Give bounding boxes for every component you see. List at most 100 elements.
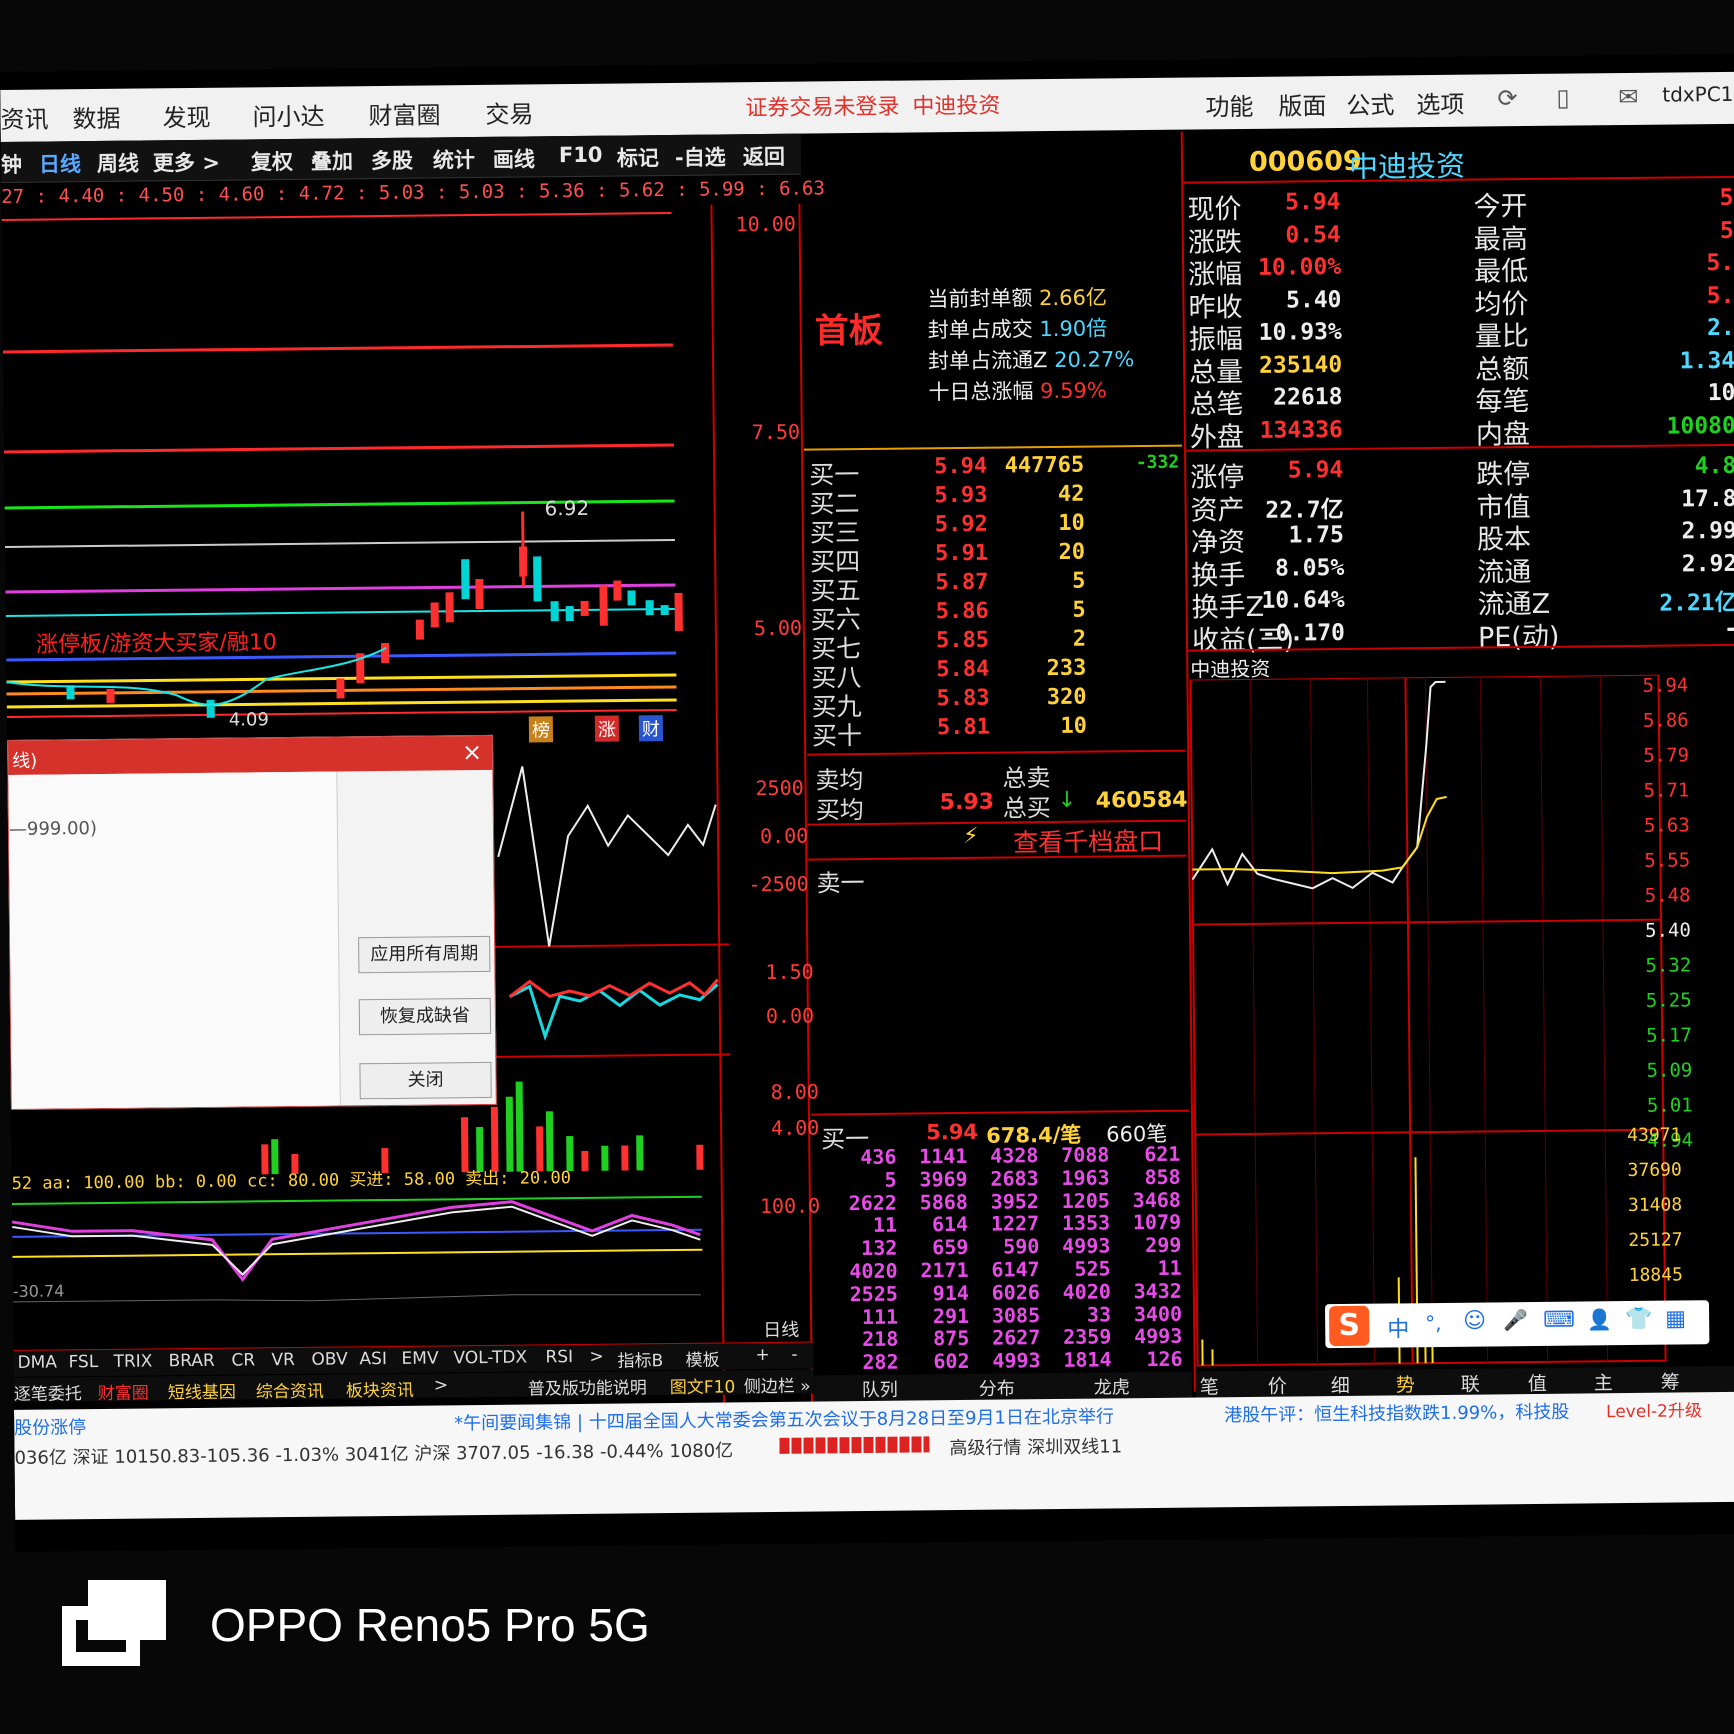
toolbox-icon[interactable]: ▦ <box>1665 1306 1686 1331</box>
tab-zoom-out[interactable]: - <box>791 1345 797 1365</box>
tab-tick[interactable]: 笔 <box>1200 1372 1219 1399</box>
close-icon[interactable]: × <box>462 738 482 766</box>
tag-bang[interactable]: 榜 <box>528 716 554 743</box>
dialog-titlebar[interactable]: 线) × <box>8 735 493 775</box>
tab-detail[interactable]: 细 <box>1331 1371 1350 1398</box>
tab-obv[interactable]: OBV <box>311 1349 347 1369</box>
tab-asi[interactable]: ASI <box>359 1349 387 1369</box>
tab-vr[interactable]: VR <box>271 1350 295 1370</box>
hk-news[interactable]: 港股午评：恒生科技指数跌1.99%，科技股 <box>1224 1398 1569 1428</box>
menu-news[interactable]: 资讯 <box>0 99 48 135</box>
tab-caifuquan[interactable]: 财富圈 <box>98 1379 149 1405</box>
apply-all-periods-button[interactable]: 应用所有周期 <box>358 935 491 974</box>
bid-row[interactable]: 买八 5.84 233 <box>811 655 1181 693</box>
sogou-logo-icon[interactable]: S <box>1328 1305 1370 1347</box>
bid-row[interactable]: 买四 5.91 20 <box>810 539 1180 577</box>
tool-adjust[interactable]: 复权 <box>251 146 293 176</box>
menu-options[interactable]: 选项 <box>1416 85 1464 121</box>
phone-icon[interactable]: ▯ <box>1556 84 1570 112</box>
tab-cr[interactable]: CR <box>231 1350 255 1370</box>
queue-cell: 4020 <box>1062 1279 1111 1304</box>
tab-emv[interactable]: EMV <box>401 1348 438 1368</box>
tab-sidebar[interactable]: 侧边栏 » <box>744 1372 811 1398</box>
tool-stats[interactable]: 统计 <box>433 144 475 174</box>
menu-wenxiaoda[interactable]: 问小达 <box>252 97 324 133</box>
menu-caifuquan[interactable]: 财富圈 <box>368 95 440 131</box>
tab-order-detail[interactable]: 逐笔委托 <box>14 1379 82 1405</box>
user-icon[interactable]: 👤 <box>1587 1307 1612 1331</box>
tab-indicator-b[interactable]: 指标B <box>617 1346 663 1371</box>
tag-cai[interactable]: 财 <box>638 715 664 742</box>
level2-upgrade[interactable]: Level-2升级 <box>1606 1396 1702 1422</box>
tool-f10[interactable]: F10 <box>559 143 603 167</box>
tool-mark[interactable]: 标记 <box>617 142 659 172</box>
bid-row[interactable]: 买七 5.85 2 <box>811 626 1181 664</box>
tab-more[interactable]: > <box>434 1375 448 1395</box>
tab-fsl[interactable]: FSL <box>68 1352 98 1372</box>
tab-f10[interactable]: 图文F10 <box>670 1372 736 1398</box>
microphone-icon[interactable]: 🎤 <box>1503 1308 1528 1332</box>
tab-distribution[interactable]: 分布 <box>979 1374 1015 1400</box>
tab-template[interactable]: 模板 <box>685 1346 719 1371</box>
menu-data[interactable]: 数据 <box>72 99 120 135</box>
refresh-icon[interactable]: ⟳ <box>1497 84 1517 112</box>
period-daily[interactable]: 日线 <box>39 148 81 178</box>
login-warning[interactable]: 证券交易未登录 <box>745 89 899 123</box>
period-weekly[interactable]: 周线 <box>97 148 139 178</box>
bid-row[interactable]: 买十 5.81 10 <box>812 713 1182 751</box>
ime-chinese-mode[interactable]: 中 <box>1387 1311 1409 1343</box>
bid-row[interactable]: 买六 5.86 5 <box>811 597 1181 635</box>
tab-dragon-tiger[interactable]: 龙虎 <box>1094 1373 1130 1399</box>
menu-layout[interactable]: 版面 <box>1278 86 1326 122</box>
tab-queue[interactable]: 队列 <box>862 1376 898 1402</box>
ime-toolbar[interactable]: S 中 °, ☺ 🎤 ⌨ 👤 👕 ▦ <box>1324 1300 1710 1349</box>
punct-icon[interactable]: °, <box>1425 1311 1442 1335</box>
tool-multi[interactable]: 多股 <box>371 145 413 175</box>
bid-price: 5.86 <box>935 598 989 625</box>
tab-general-news[interactable]: 综合资讯 <box>256 1377 324 1403</box>
tag-zhang[interactable]: 涨 <box>594 715 620 742</box>
tool-overlay[interactable]: 叠加 <box>311 145 353 175</box>
tab-price[interactable]: 价 <box>1268 1372 1287 1399</box>
bid-row[interactable]: 买一 5.94 447765 -332 <box>809 452 1179 490</box>
dialog-param-area[interactable]: —999.00) <box>8 771 341 1109</box>
dialog-close-button[interactable]: 关闭 <box>359 1061 492 1100</box>
period-minute[interactable]: 钟 <box>1 149 22 179</box>
tab-short-gene[interactable]: 短线基因 <box>168 1378 236 1404</box>
menu-formula[interactable]: 公式 <box>1346 85 1394 121</box>
bid-row[interactable]: 买二 5.93 42 <box>809 481 1179 519</box>
skin-icon[interactable]: 👕 <box>1625 1307 1653 1332</box>
tool-back[interactable]: 返回 <box>743 141 785 171</box>
tab-vol-tdx[interactable]: VOL-TDX <box>453 1348 527 1369</box>
tab-trend[interactable]: 势 <box>1396 1370 1415 1397</box>
keyboard-icon[interactable]: ⌨ <box>1543 1308 1575 1333</box>
bid-row[interactable]: 买九 5.83 320 <box>811 684 1181 722</box>
tab-link[interactable]: 联 <box>1461 1370 1480 1397</box>
tab-more-arrow[interactable]: > <box>589 1347 603 1367</box>
bid-row[interactable]: 买三 5.92 10 <box>810 510 1180 548</box>
tab-help[interactable]: 普及版功能说明 <box>528 1373 647 1399</box>
period-more[interactable]: 更多 > <box>153 147 220 178</box>
tab-dma[interactable]: DMA <box>17 1352 57 1372</box>
account-name[interactable]: tdxPC1 <box>1662 82 1733 107</box>
tab-sector-news[interactable]: 板块资讯 <box>346 1376 414 1402</box>
thousand-level-link[interactable]: 查看千档盘口 <box>1013 822 1163 860</box>
tab-zoom-in[interactable]: + <box>755 1345 769 1365</box>
bid-row[interactable]: 买五 5.87 5 <box>810 568 1180 606</box>
tab-main[interactable]: 主 <box>1594 1368 1613 1395</box>
tool-watchlist[interactable]: -自选 <box>675 141 726 172</box>
status-left-link[interactable]: 股份涨停 <box>14 1413 86 1440</box>
tab-trix[interactable]: TRIX <box>113 1351 152 1371</box>
menu-function[interactable]: 功能 <box>1205 87 1253 123</box>
tab-rsi[interactable]: RSI <box>545 1347 573 1367</box>
mail-icon[interactable]: ✉ <box>1618 83 1638 111</box>
menu-trade[interactable]: 交易 <box>485 94 533 130</box>
restore-default-button[interactable]: 恢复成缺省 <box>358 997 492 1036</box>
news-ticker[interactable]: *午间要闻集锦 | 十四届全国人大常委会第五次会议于8月28日至9月1日在北京举… <box>454 1402 1114 1435</box>
tab-chips[interactable]: 筹 <box>1661 1367 1680 1394</box>
tool-draw[interactable]: 画线 <box>493 143 535 173</box>
menu-discover[interactable]: 发现 <box>162 98 210 134</box>
tab-value[interactable]: 值 <box>1528 1369 1547 1396</box>
emoji-icon[interactable]: ☺ <box>1463 1309 1486 1334</box>
tab-brar[interactable]: BRAR <box>168 1351 214 1371</box>
